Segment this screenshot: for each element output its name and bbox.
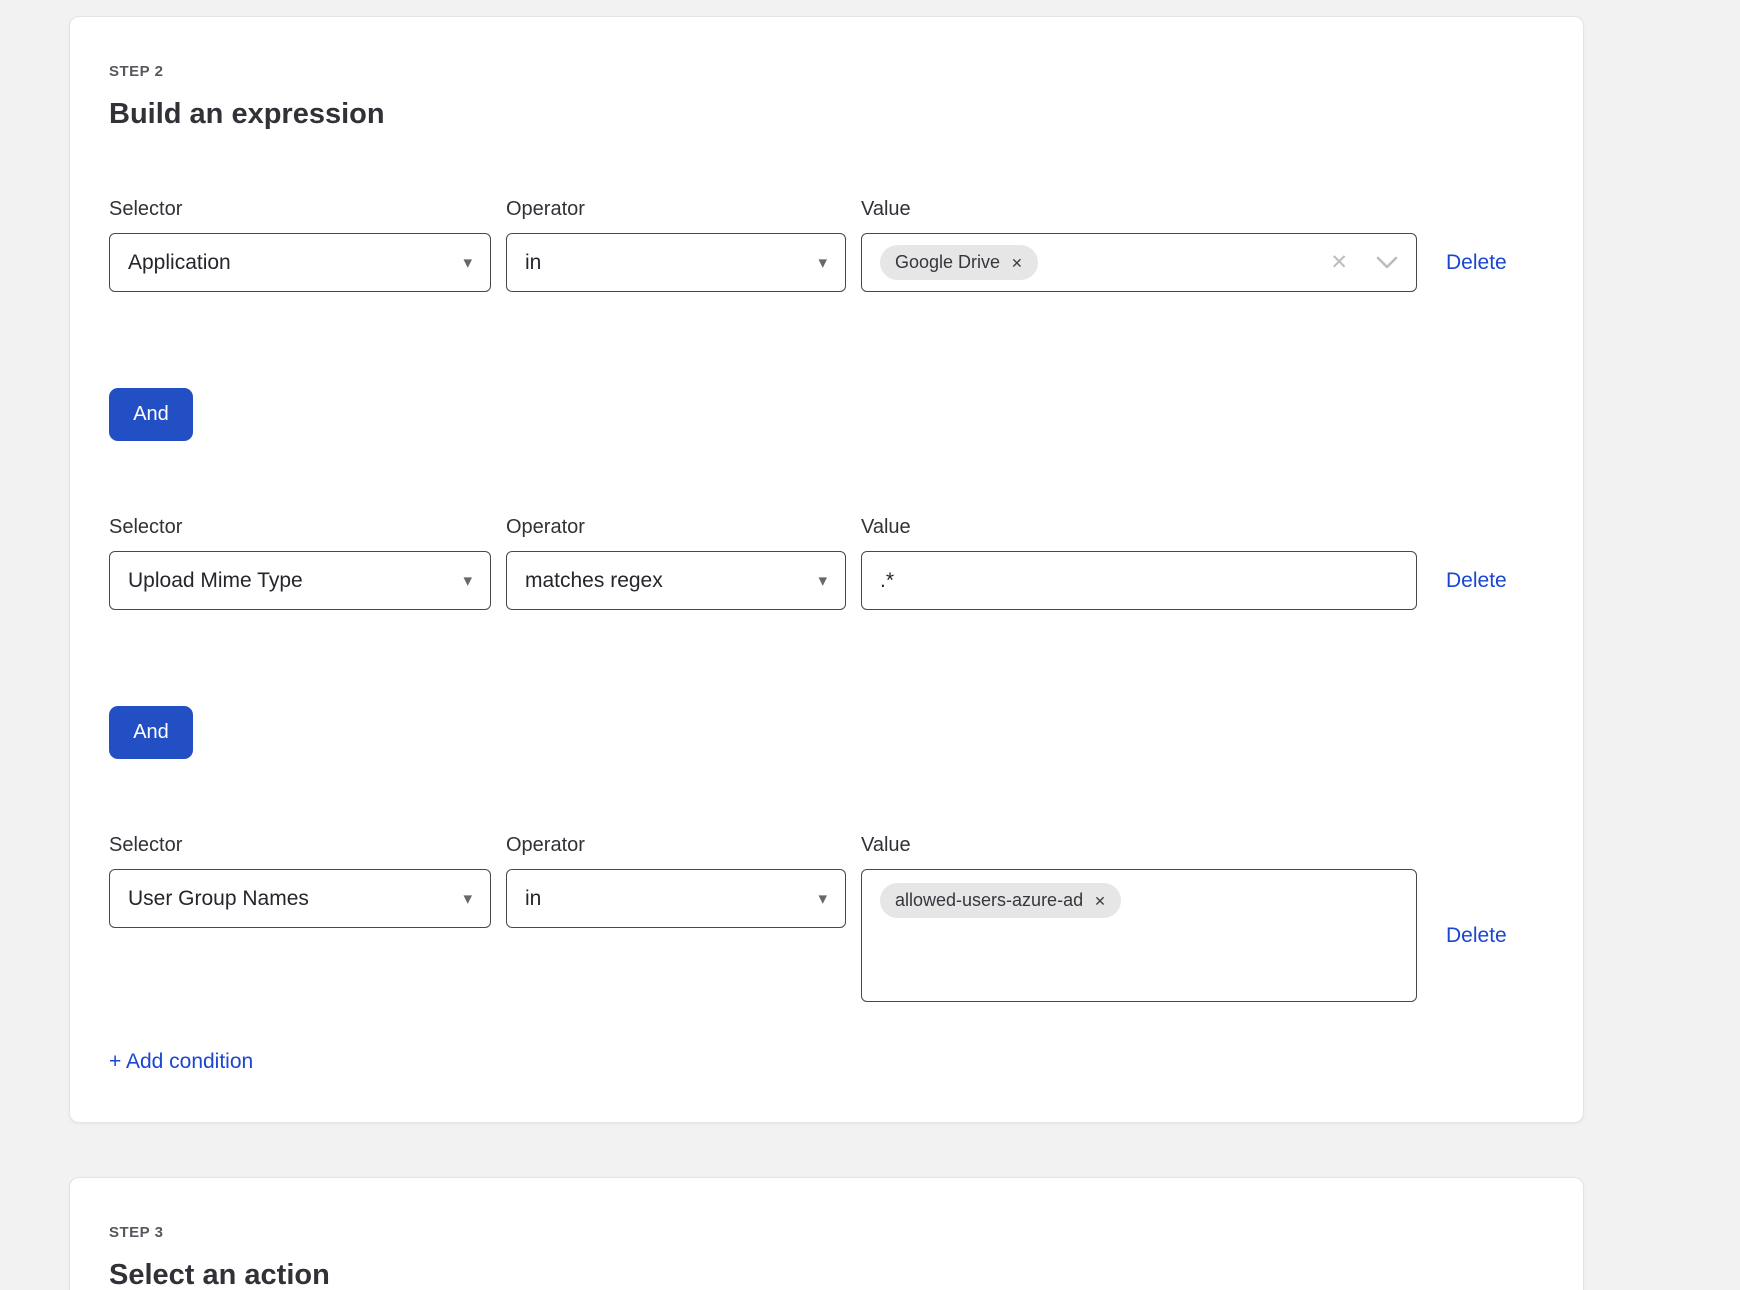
chevron-down-icon: ▾: [818, 890, 827, 907]
operator-selected-value: in: [525, 887, 541, 911]
value-column-label: Value: [861, 833, 1417, 857]
condition-row-1: Selector Operator Value Application ▾ in…: [109, 197, 1543, 292]
delete-condition-button[interactable]: Delete: [1446, 251, 1507, 275]
operator-column-label: Operator: [506, 515, 846, 539]
selector-column-label: Selector: [109, 833, 491, 857]
selector-selected-value: Upload Mime Type: [128, 569, 303, 593]
value-multiselect[interactable]: allowed-users-azure-ad ✕: [861, 869, 1417, 1002]
operator-selected-value: in: [525, 251, 541, 275]
value-tag-label: Google Drive: [895, 252, 1000, 273]
condition-row-2: Selector Operator Value Upload Mime Type…: [109, 515, 1543, 610]
selector-column-label: Selector: [109, 197, 491, 221]
build-expression-card: STEP 2 Build an expression Selector Oper…: [69, 16, 1584, 1123]
selector-dropdown[interactable]: Upload Mime Type ▾: [109, 551, 491, 610]
value-multiselect[interactable]: Google Drive ✕ ✕: [861, 233, 1417, 292]
chevron-down-icon: ▾: [818, 572, 827, 589]
and-button[interactable]: And: [109, 706, 193, 759]
clear-all-icon[interactable]: ✕: [1330, 252, 1348, 273]
value-tag: allowed-users-azure-ad ✕: [880, 883, 1121, 918]
chevron-down-icon: ▾: [463, 254, 472, 271]
chevron-down-icon[interactable]: [1376, 256, 1398, 269]
value-column-label: Value: [861, 515, 1417, 539]
operator-dropdown[interactable]: matches regex ▾: [506, 551, 846, 610]
select-action-title: Select an action: [109, 1258, 1543, 1290]
value-tag: Google Drive ✕: [880, 245, 1038, 280]
selector-column-label: Selector: [109, 515, 491, 539]
build-expression-title: Build an expression: [109, 97, 1543, 131]
remove-tag-icon[interactable]: ✕: [1094, 894, 1106, 908]
chevron-down-icon: ▾: [818, 254, 827, 271]
selector-selected-value: Application: [128, 251, 231, 275]
selector-dropdown[interactable]: Application ▾: [109, 233, 491, 292]
step-3-label: STEP 3: [109, 1224, 1543, 1242]
chevron-down-icon: ▾: [463, 890, 472, 907]
policy-builder-page: { "colors": { "link_blue": "#1a46d2", "b…: [0, 16, 1740, 1290]
condition-row-3: Selector Operator Value User Group Names…: [109, 833, 1543, 1002]
operator-column-label: Operator: [506, 197, 846, 221]
value-text-input[interactable]: [861, 551, 1417, 610]
operator-dropdown[interactable]: in ▾: [506, 869, 846, 928]
selector-selected-value: User Group Names: [128, 887, 309, 911]
delete-condition-button[interactable]: Delete: [1446, 569, 1507, 593]
remove-tag-icon[interactable]: ✕: [1011, 256, 1023, 270]
delete-condition-button[interactable]: Delete: [1446, 924, 1507, 948]
step-2-label: STEP 2: [109, 63, 1543, 81]
add-condition-link[interactable]: + Add condition: [109, 1049, 253, 1074]
operator-selected-value: matches regex: [525, 569, 663, 593]
value-column-label: Value: [861, 197, 1417, 221]
selector-dropdown[interactable]: User Group Names ▾: [109, 869, 491, 928]
operator-column-label: Operator: [506, 833, 846, 857]
select-action-card: STEP 3 Select an action: [69, 1177, 1584, 1290]
value-tag-label: allowed-users-azure-ad: [895, 890, 1083, 911]
chevron-down-icon: ▾: [463, 572, 472, 589]
operator-dropdown[interactable]: in ▾: [506, 233, 846, 292]
and-button[interactable]: And: [109, 388, 193, 441]
